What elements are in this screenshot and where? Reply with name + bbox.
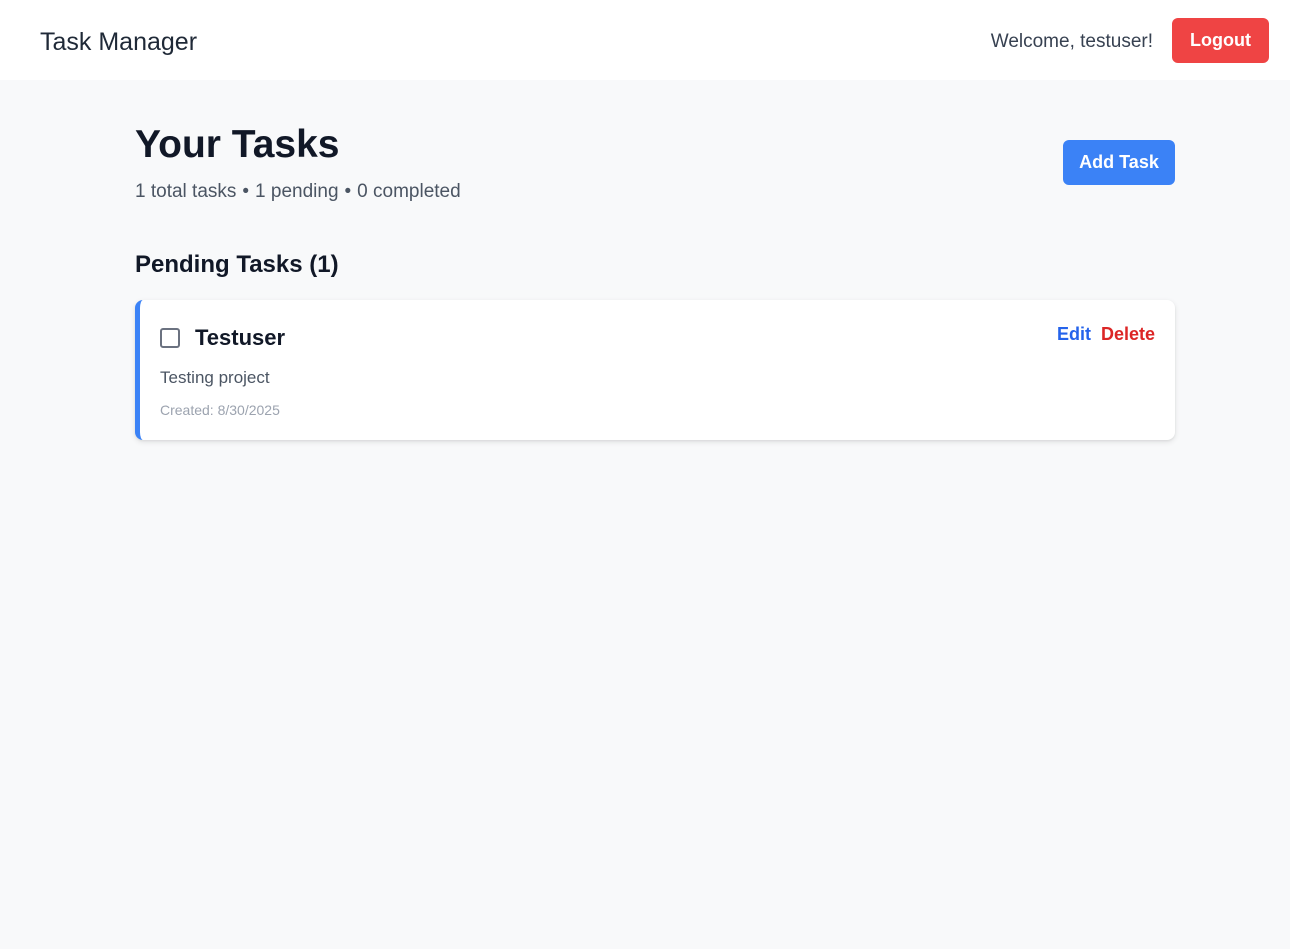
pending-section-title: Pending Tasks (1) (135, 251, 339, 278)
task-description: Testing project (160, 368, 270, 387)
task-card: Testuser Testing project Created: 8/30/2… (135, 300, 1175, 440)
total-count: 1 total tasks (135, 181, 237, 202)
task-complete-checkbox[interactable] (160, 328, 180, 348)
logout-button[interactable]: Logout (1172, 18, 1269, 63)
stats-separator: • (344, 181, 352, 202)
task-actions: Edit Delete (1057, 322, 1155, 346)
delete-task-button[interactable]: Delete (1101, 322, 1155, 346)
add-task-button[interactable]: Add Task (1063, 140, 1175, 185)
task-stats: 1 total tasks • 1 pending • 0 completed (135, 180, 461, 204)
stats-separator: • (242, 181, 250, 202)
page-title: Your Tasks (135, 123, 340, 166)
welcome-message: Welcome, testuser! (990, 31, 1153, 52)
app-brand[interactable]: Task Manager (40, 27, 197, 57)
edit-task-button[interactable]: Edit (1057, 322, 1091, 346)
navbar: Task Manager Welcome, testuser! Logout (0, 0, 1290, 80)
pending-count: 1 pending (255, 181, 339, 202)
completed-count: 0 completed (357, 181, 461, 202)
task-title: Testuser (195, 325, 286, 350)
task-created-date: Created: 8/30/2025 (160, 402, 280, 418)
